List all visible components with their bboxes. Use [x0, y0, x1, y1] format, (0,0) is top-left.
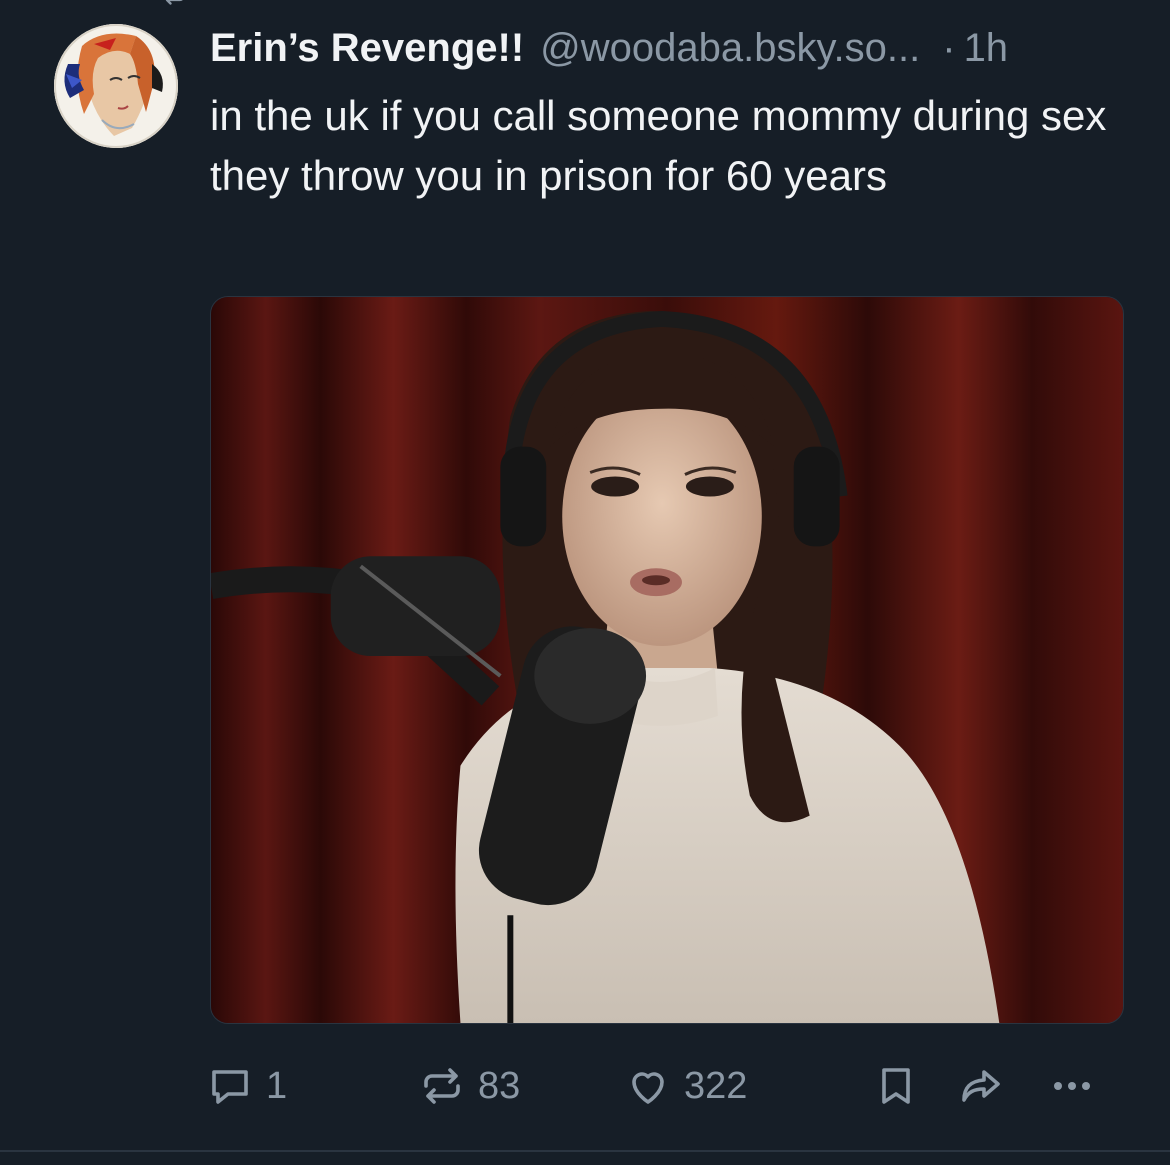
reply-count: 1 [266, 1064, 288, 1107]
more-options-button[interactable] [1048, 1062, 1096, 1110]
post-text: in the uk if you call someone mommy duri… [210, 92, 1107, 199]
like-count: 322 [684, 1064, 748, 1107]
repost-small-icon [165, 0, 183, 5]
bookmark-button[interactable] [872, 1062, 920, 1110]
post-actions-bar: 1 83 322 [206, 1060, 1120, 1112]
reply-button[interactable]: 1 [206, 1062, 287, 1110]
post-timestamp[interactable]: 1h [964, 22, 1009, 74]
like-button[interactable]: 322 [624, 1062, 747, 1110]
heart-icon [632, 1072, 664, 1104]
feed-post[interactable]: Erin’s Revenge!! @woodaba.bsky.so... · 1… [0, 0, 1170, 1165]
repost-button[interactable]: 83 [418, 1062, 520, 1110]
author-handle[interactable]: @woodaba.bsky.so... [540, 22, 920, 74]
author-avatar[interactable] [54, 24, 178, 148]
speech-bubble-icon [212, 1070, 248, 1104]
author-name[interactable]: Erin’s Revenge!! [210, 22, 524, 74]
reposted-by-line [160, 0, 188, 8]
repost-arrows-icon [424, 1068, 460, 1104]
post-divider [0, 1150, 1170, 1152]
share-button[interactable] [958, 1062, 1006, 1110]
repost-count: 83 [478, 1064, 521, 1107]
share-arrow-icon [962, 1070, 1000, 1102]
bookmark-icon [882, 1068, 910, 1104]
header-separator: · [942, 26, 956, 70]
post-header: Erin’s Revenge!! @woodaba.bsky.so... · 1… [210, 22, 1130, 74]
post-image[interactable] [210, 296, 1124, 1024]
more-dots-icon [1054, 1082, 1090, 1090]
